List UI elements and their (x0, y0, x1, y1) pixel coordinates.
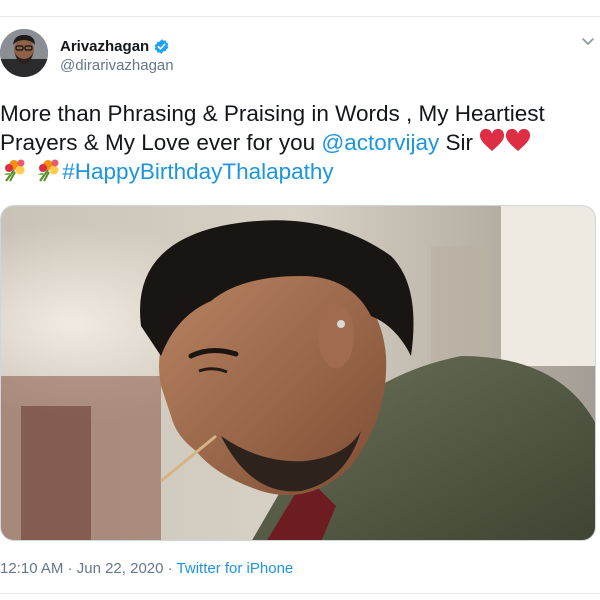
tweet-media[interactable] (0, 205, 596, 541)
author-display-name[interactable]: Arivazhagan (60, 38, 149, 55)
avatar[interactable] (0, 29, 48, 77)
mention-link[interactable]: @actorvijay (321, 130, 439, 155)
red-heart-icon (480, 129, 505, 151)
bouquet-icon (4, 159, 25, 182)
avatar-photo-icon (0, 29, 48, 77)
meta-separator: · (163, 560, 177, 577)
tweet-header: Arivazhagan @dirarivazhagan (0, 17, 600, 87)
verified-badge-icon (154, 38, 169, 54)
bouquet-icon (38, 159, 59, 182)
hashtag-link[interactable]: #HappyBirthdayThalapathy (62, 159, 333, 184)
tweet-text: More than Phrasing & Praising in Words ,… (0, 99, 592, 186)
red-heart-icon (506, 129, 531, 151)
tweet-source[interactable]: Twitter for iPhone (177, 560, 294, 577)
tweet-time[interactable]: 12:10 AM (0, 560, 63, 577)
author-name-row: Arivazhagan (60, 36, 174, 56)
photo-man-profile-icon (1, 206, 595, 540)
tweet-date[interactable]: Jun 22, 2020 (77, 560, 164, 577)
tweet-card: Arivazhagan @dirarivazhagan More than Ph… (0, 16, 600, 594)
chevron-down-icon[interactable] (580, 33, 596, 49)
tweet-meta: 12:10 AM · Jun 22, 2020 · Twitter for iP… (0, 560, 293, 577)
tweet-text-suffix: Sir (439, 130, 480, 155)
author-block: Arivazhagan @dirarivazhagan (60, 36, 174, 75)
author-handle[interactable]: @dirarivazhagan (60, 57, 174, 74)
meta-separator: · (63, 560, 77, 577)
